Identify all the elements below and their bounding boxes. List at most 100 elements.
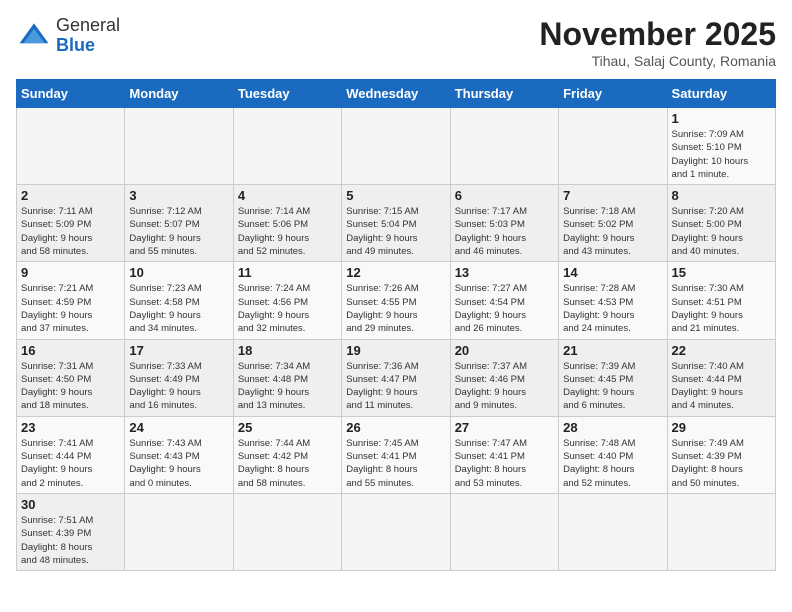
day-number: 7 <box>563 188 662 203</box>
day-number: 11 <box>238 265 337 280</box>
calendar-cell <box>667 493 775 570</box>
weekday-header-wednesday: Wednesday <box>342 80 450 108</box>
day-number: 24 <box>129 420 228 435</box>
weekday-header-monday: Monday <box>125 80 233 108</box>
day-info: Sunrise: 7:27 AMSunset: 4:54 PMDaylight:… <box>455 282 554 335</box>
day-info: Sunrise: 7:43 AMSunset: 4:43 PMDaylight:… <box>129 437 228 490</box>
calendar-cell: 17Sunrise: 7:33 AMSunset: 4:49 PMDayligh… <box>125 339 233 416</box>
day-info: Sunrise: 7:15 AMSunset: 5:04 PMDaylight:… <box>346 205 445 258</box>
calendar-cell: 1Sunrise: 7:09 AMSunset: 5:10 PMDaylight… <box>667 108 775 185</box>
day-number: 8 <box>672 188 771 203</box>
day-number: 18 <box>238 343 337 358</box>
day-info: Sunrise: 7:37 AMSunset: 4:46 PMDaylight:… <box>455 360 554 413</box>
day-number: 9 <box>21 265 120 280</box>
weekday-header-saturday: Saturday <box>667 80 775 108</box>
calendar-cell: 15Sunrise: 7:30 AMSunset: 4:51 PMDayligh… <box>667 262 775 339</box>
calendar-cell: 24 Sunrise: 7:43 AMSunset: 4:43 PMDayligh… <box>125 416 233 493</box>
calendar-cell <box>17 108 125 185</box>
calendar-cell <box>342 108 450 185</box>
calendar-week-row: 1Sunrise: 7:09 AMSunset: 5:10 PMDaylight… <box>17 108 776 185</box>
day-number: 12 <box>346 265 445 280</box>
day-info: Sunrise: 7:26 AMSunset: 4:55 PMDaylight:… <box>346 282 445 335</box>
calendar-cell: 30Sunrise: 7:51 AMSunset: 4:39 PMDayligh… <box>17 493 125 570</box>
calendar-cell: 28Sunrise: 7:48 AMSunset: 4:40 PMDayligh… <box>559 416 667 493</box>
day-number: 14 <box>563 265 662 280</box>
day-info: Sunrise: 7:39 AMSunset: 4:45 PMDaylight:… <box>563 360 662 413</box>
calendar-cell: 9 Sunrise: 7:21 AMSunset: 4:59 PMDaylight… <box>17 262 125 339</box>
calendar-cell: 7 Sunrise: 7:18 AMSunset: 5:02 PMDaylight… <box>559 185 667 262</box>
day-number: 26 <box>346 420 445 435</box>
calendar-cell: 22Sunrise: 7:40 AMSunset: 4:44 PMDayligh… <box>667 339 775 416</box>
calendar-cell: 2Sunrise: 7:11 AMSunset: 5:09 PMDaylight… <box>17 185 125 262</box>
calendar-cell: 23Sunrise: 7:41 AMSunset: 4:44 PMDayligh… <box>17 416 125 493</box>
logo-text: General Blue <box>56 16 120 56</box>
calendar-cell <box>450 493 558 570</box>
logo: General Blue <box>16 16 120 56</box>
generalblue-logo-icon <box>16 18 52 54</box>
calendar-cell: 8 Sunrise: 7:20 AMSunset: 5:00 PMDaylight… <box>667 185 775 262</box>
calendar-cell: 4 Sunrise: 7:14 AMSunset: 5:06 PMDaylight… <box>233 185 341 262</box>
calendar-body: 1Sunrise: 7:09 AMSunset: 5:10 PMDaylight… <box>17 108 776 571</box>
calendar-cell <box>559 108 667 185</box>
calendar-cell: 26Sunrise: 7:45 AMSunset: 4:41 PMDayligh… <box>342 416 450 493</box>
day-number: 17 <box>129 343 228 358</box>
calendar-cell <box>342 493 450 570</box>
day-number: 27 <box>455 420 554 435</box>
day-number: 28 <box>563 420 662 435</box>
day-number: 19 <box>346 343 445 358</box>
day-info: Sunrise: 7:14 AMSunset: 5:06 PMDaylight:… <box>238 205 337 258</box>
day-number: 23 <box>21 420 120 435</box>
title-area: November 2025 Tihau, Salaj County, Roman… <box>539 16 776 69</box>
day-number: 5 <box>346 188 445 203</box>
day-info: Sunrise: 7:36 AMSunset: 4:47 PMDaylight:… <box>346 360 445 413</box>
day-info: Sunrise: 7:49 AMSunset: 4:39 PMDaylight:… <box>672 437 771 490</box>
day-number: 29 <box>672 420 771 435</box>
day-info: Sunrise: 7:31 AMSunset: 4:50 PMDaylight:… <box>21 360 120 413</box>
day-number: 10 <box>129 265 228 280</box>
calendar-cell: 13Sunrise: 7:27 AMSunset: 4:54 PMDayligh… <box>450 262 558 339</box>
weekday-header-sunday: Sunday <box>17 80 125 108</box>
calendar-week-row: 9 Sunrise: 7:21 AMSunset: 4:59 PMDaylight… <box>17 262 776 339</box>
day-info: Sunrise: 7:40 AMSunset: 4:44 PMDaylight:… <box>672 360 771 413</box>
day-info: Sunrise: 7:28 AMSunset: 4:53 PMDaylight:… <box>563 282 662 335</box>
calendar-week-row: 30Sunrise: 7:51 AMSunset: 4:39 PMDayligh… <box>17 493 776 570</box>
weekday-header-tuesday: Tuesday <box>233 80 341 108</box>
day-info: Sunrise: 7:20 AMSunset: 5:00 PMDaylight:… <box>672 205 771 258</box>
calendar-cell: 27 Sunrise: 7:47 AMSunset: 4:41 PMDayligh… <box>450 416 558 493</box>
day-number: 21 <box>563 343 662 358</box>
day-info: Sunrise: 7:47 AMSunset: 4:41 PMDaylight:… <box>455 437 554 490</box>
calendar-cell <box>559 493 667 570</box>
day-info: Sunrise: 7:44 AMSunset: 4:42 PMDaylight:… <box>238 437 337 490</box>
calendar-table: SundayMondayTuesdayWednesdayThursdayFrid… <box>16 79 776 571</box>
day-info: Sunrise: 7:17 AMSunset: 5:03 PMDaylight:… <box>455 205 554 258</box>
day-number: 20 <box>455 343 554 358</box>
calendar-cell <box>125 493 233 570</box>
calendar-cell: 21 Sunrise: 7:39 AMSunset: 4:45 PMDayligh… <box>559 339 667 416</box>
calendar-cell <box>233 493 341 570</box>
calendar-cell: 18Sunrise: 7:34 AMSunset: 4:48 PMDayligh… <box>233 339 341 416</box>
calendar-cell: 12 Sunrise: 7:26 AMSunset: 4:55 PMDayligh… <box>342 262 450 339</box>
calendar-week-row: 16Sunrise: 7:31 AMSunset: 4:50 PMDayligh… <box>17 339 776 416</box>
calendar-cell: 20 Sunrise: 7:37 AMSunset: 4:46 PMDayligh… <box>450 339 558 416</box>
calendar-cell: 6Sunrise: 7:17 AMSunset: 5:03 PMDaylight… <box>450 185 558 262</box>
calendar-cell: 10Sunrise: 7:23 AMSunset: 4:58 PMDayligh… <box>125 262 233 339</box>
weekday-header-thursday: Thursday <box>450 80 558 108</box>
calendar-cell <box>233 108 341 185</box>
day-info: Sunrise: 7:18 AMSunset: 5:02 PMDaylight:… <box>563 205 662 258</box>
header: General Blue November 2025 Tihau, Salaj … <box>16 16 776 69</box>
calendar-cell: 25Sunrise: 7:44 AMSunset: 4:42 PMDayligh… <box>233 416 341 493</box>
calendar-cell: 16Sunrise: 7:31 AMSunset: 4:50 PMDayligh… <box>17 339 125 416</box>
day-number: 15 <box>672 265 771 280</box>
calendar-cell: 5 Sunrise: 7:15 AMSunset: 5:04 PMDaylight… <box>342 185 450 262</box>
day-info: Sunrise: 7:51 AMSunset: 4:39 PMDaylight:… <box>21 514 120 567</box>
day-info: Sunrise: 7:11 AMSunset: 5:09 PMDaylight:… <box>21 205 120 258</box>
calendar-week-row: 2Sunrise: 7:11 AMSunset: 5:09 PMDaylight… <box>17 185 776 262</box>
calendar-cell: 14 Sunrise: 7:28 AMSunset: 4:53 PMDayligh… <box>559 262 667 339</box>
month-year-title: November 2025 <box>539 16 776 53</box>
day-info: Sunrise: 7:21 AMSunset: 4:59 PMDaylight:… <box>21 282 120 335</box>
day-info: Sunrise: 7:09 AMSunset: 5:10 PMDaylight:… <box>672 128 771 181</box>
calendar-cell <box>450 108 558 185</box>
calendar-cell: 3Sunrise: 7:12 AMSunset: 5:07 PMDaylight… <box>125 185 233 262</box>
day-number: 4 <box>238 188 337 203</box>
calendar-week-row: 23Sunrise: 7:41 AMSunset: 4:44 PMDayligh… <box>17 416 776 493</box>
